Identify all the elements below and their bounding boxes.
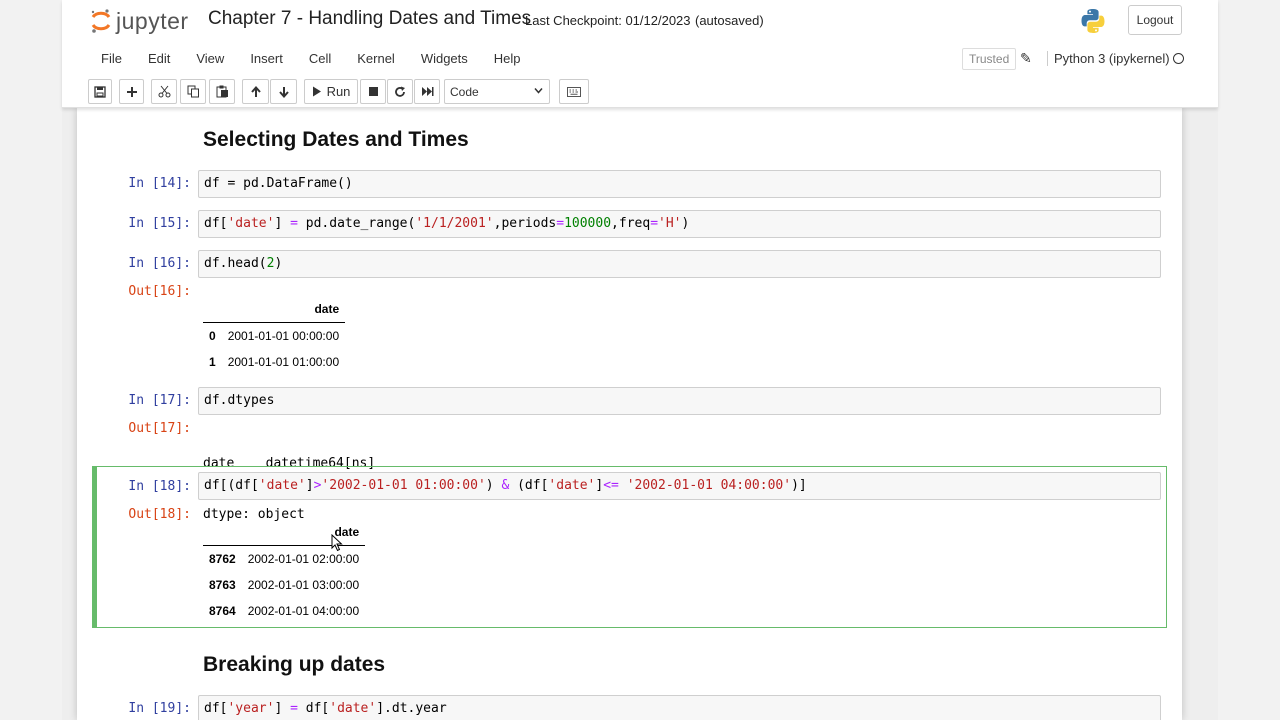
jupyter-logo-icon <box>91 9 111 33</box>
last-checkpoint: Last Checkpoint: 01/12/2023 <box>525 13 691 28</box>
paste-button[interactable] <box>209 79 235 104</box>
code-text-14[interactable]: df = pd.DataFrame() <box>204 176 353 191</box>
kernel-name[interactable]: Python 3 (ipykernel) <box>1047 51 1170 66</box>
menubar: File Edit View Insert Cell Kernel Widget… <box>88 44 534 74</box>
left-margin <box>0 0 62 720</box>
restart-run-all-button[interactable] <box>414 79 440 104</box>
row-index: 0 <box>209 329 216 343</box>
stop-icon <box>368 87 378 96</box>
copy-icon <box>187 85 199 98</box>
menu-widgets[interactable]: Widgets <box>408 44 481 74</box>
row-index: 8764 <box>209 604 236 618</box>
row-value: 2001-01-01 01:00:00 <box>227 355 340 369</box>
index-header <box>203 519 242 546</box>
menu-insert[interactable]: Insert <box>237 44 296 74</box>
row-index: 8762 <box>209 552 236 566</box>
input-prompt-15: In [15]: <box>128 216 191 231</box>
input-prompt-18: In [18]: <box>128 479 191 494</box>
kernel-idle-indicator-icon <box>1173 53 1184 64</box>
row-value: 2002-01-01 02:00:00 <box>247 552 360 566</box>
table-row: 0 2001-01-01 00:00:00 <box>203 323 345 350</box>
code-text-15[interactable]: df['date'] = pd.date_range('1/1/2001',pe… <box>204 216 689 231</box>
table-row: 8764 2002-01-01 04:00:00 <box>203 598 365 624</box>
menu-cell[interactable]: Cell <box>296 44 344 74</box>
trusted-badge[interactable]: Trusted <box>962 48 1017 70</box>
fast-forward-icon <box>421 87 433 96</box>
row-value: 2002-01-01 03:00:00 <box>247 578 360 592</box>
arrow-up-icon <box>250 85 261 97</box>
insert-cell-button[interactable] <box>119 79 144 104</box>
cut-button[interactable] <box>151 79 177 104</box>
restart-kernel-button[interactable] <box>387 79 413 104</box>
run-button[interactable]: Run <box>304 79 358 104</box>
arrow-down-icon <box>278 86 289 98</box>
row-index: 8763 <box>209 578 236 592</box>
row-index: 1 <box>209 355 216 369</box>
code-text-16[interactable]: df.head(2) <box>204 256 282 271</box>
logo-text: jupyter <box>116 7 189 34</box>
notebook-title[interactable]: Chapter 7 - Handling Dates and Times <box>208 8 531 30</box>
code-text-17[interactable]: df.dtypes <box>204 393 274 408</box>
menu-edit[interactable]: Edit <box>135 44 183 74</box>
output-prompt-18: Out[18]: <box>128 507 191 522</box>
input-prompt-16: In [16]: <box>128 256 191 271</box>
column-header-date: date <box>221 296 346 323</box>
move-down-button[interactable] <box>270 79 297 104</box>
logout-button[interactable]: Logout <box>1128 5 1182 35</box>
menu-view[interactable]: View <box>183 44 237 74</box>
copy-button[interactable] <box>180 79 206 104</box>
table-row: 1 2001-01-01 01:00:00 <box>203 349 345 375</box>
cell-type-select[interactable]: Code <box>444 79 550 104</box>
save-button[interactable] <box>88 79 112 104</box>
interrupt-button[interactable] <box>360 79 386 104</box>
jupyter-logo[interactable]: jupyter <box>90 6 189 36</box>
play-icon <box>312 86 321 97</box>
input-prompt-19: In [19]: <box>128 701 191 716</box>
run-label: Run <box>326 84 351 99</box>
column-header-date: date <box>241 519 366 546</box>
paste-icon <box>216 85 228 98</box>
menu-help[interactable]: Help <box>481 44 534 74</box>
scissors-icon <box>158 85 170 98</box>
table-row: 8763 2002-01-01 03:00:00 <box>203 572 365 598</box>
row-value: 2001-01-01 00:00:00 <box>227 329 340 343</box>
keyboard-icon <box>567 86 581 97</box>
input-prompt-14: In [14]: <box>128 176 191 191</box>
notebook-container: Selecting Dates and Times In [14]: df = … <box>77 108 1182 720</box>
code-cell-17[interactable]: df.dtypes <box>198 387 1161 415</box>
plus-icon <box>126 86 137 97</box>
notebook-header: jupyter Chapter 7 - Handling Dates and T… <box>62 0 1218 108</box>
code-cell-19[interactable]: df['year'] = df['date'].dt.year <box>198 695 1161 720</box>
heading-breaking-up-dates[interactable]: Breaking up dates <box>203 653 385 677</box>
save-icon <box>94 85 106 98</box>
code-text-18[interactable]: df[(df['date']>'2002-01-01 01:00:00') & … <box>204 478 807 493</box>
code-cell-18[interactable]: df[(df['date']>'2002-01-01 01:00:00') & … <box>198 472 1161 500</box>
index-header <box>203 296 222 323</box>
row-value: 2002-01-01 04:00:00 <box>247 604 360 618</box>
edit-pencil-icon[interactable]: ✎ <box>1020 50 1032 67</box>
mouse-pointer-icon <box>331 534 343 552</box>
chevron-down-icon <box>534 88 543 94</box>
heading-selecting-dates[interactable]: Selecting Dates and Times <box>203 128 469 152</box>
move-up-button[interactable] <box>242 79 269 104</box>
code-cell-14[interactable]: df = pd.DataFrame() <box>198 170 1161 198</box>
restart-icon <box>395 86 405 97</box>
code-14: df = pd.DataFrame() <box>204 176 353 191</box>
code-17: df.dtypes <box>204 393 275 408</box>
menu-kernel[interactable]: Kernel <box>344 44 408 74</box>
input-prompt-17: In [17]: <box>128 393 191 408</box>
cell-type-value: Code <box>450 85 479 99</box>
code-cell-16[interactable]: df.head(2) <box>198 250 1161 278</box>
autosave-status: (autosaved) <box>695 13 764 28</box>
output-prompt-17: Out[17]: <box>128 421 191 436</box>
code-cell-15[interactable]: df['date'] = pd.date_range('1/1/2001',pe… <box>198 210 1161 238</box>
output-prompt-16: Out[16]: <box>128 284 191 299</box>
command-palette-button[interactable] <box>559 79 589 104</box>
menu-file[interactable]: File <box>88 44 135 74</box>
right-margin <box>1218 0 1280 720</box>
python-logo-icon <box>1081 9 1105 33</box>
code-text-19[interactable]: df['year'] = df['date'].dt.year <box>204 701 447 716</box>
dataframe-output-16: date 0 2001-01-01 00:00:00 1 2001-01-01 01… <box>203 296 346 375</box>
